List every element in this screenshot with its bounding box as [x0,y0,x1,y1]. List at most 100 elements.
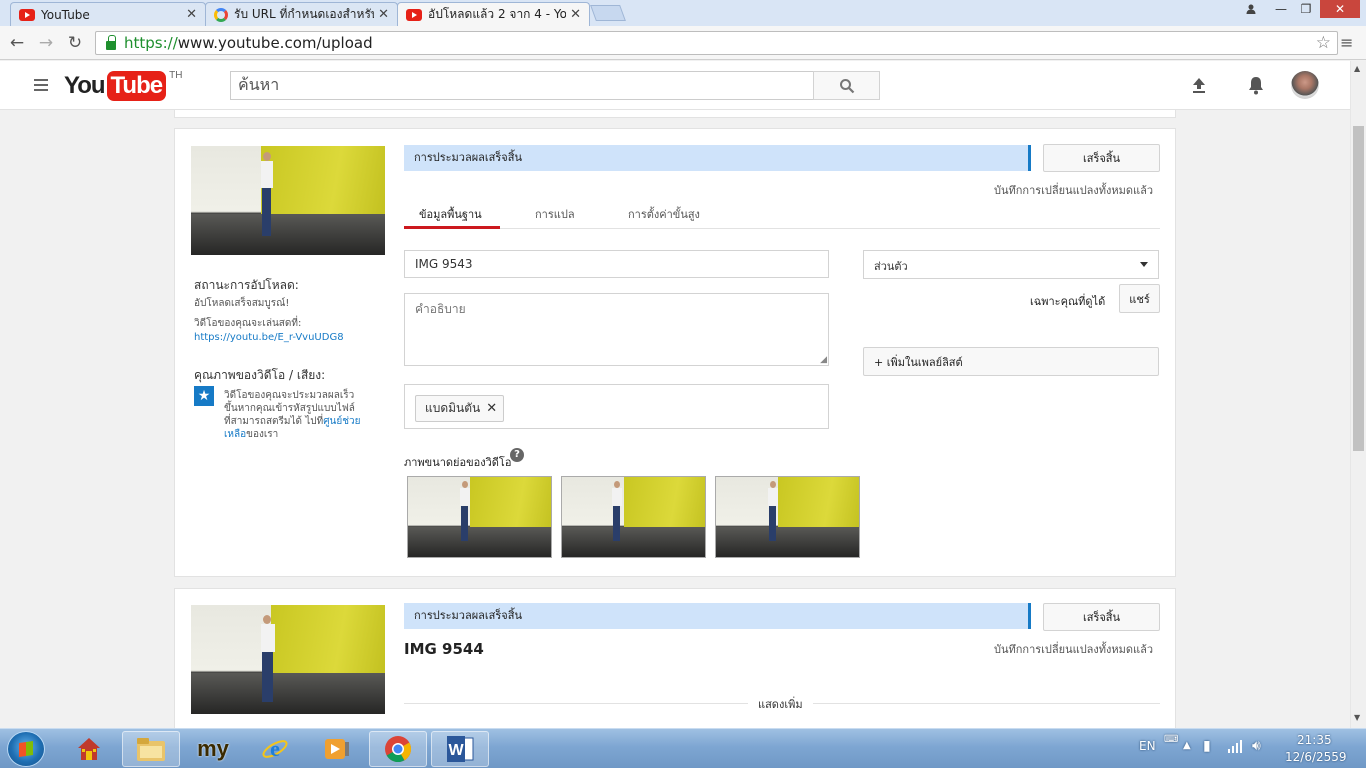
done-button[interactable]: เสร็จสิ้น [1043,603,1160,631]
chrome-icon[interactable] [369,731,427,767]
quality-note-line: วิดีโอของคุณจะประมวลผลเร็ว [224,390,355,401]
browser-tab-youtube[interactable]: YouTube ✕ [10,2,206,26]
file-explorer-icon[interactable] [122,731,180,767]
upload-icon[interactable] [1187,73,1211,97]
search-icon [839,78,854,93]
network-signal-icon[interactable] [1227,739,1243,756]
thumbnail-option-3[interactable] [715,476,860,558]
help-question-icon[interactable]: ? [510,448,524,462]
share-button-label: แชร์ [1129,292,1150,306]
clock-time[interactable]: 21:35 [1297,733,1332,747]
media-player-icon[interactable] [308,731,366,767]
logo-you: You [64,72,106,99]
tag-chip-label: แบดมินตัน [425,401,481,415]
url-path: www.youtube.com/upload [177,34,373,52]
help-center-link[interactable]: เหลือ [224,429,246,440]
tab-advanced-settings[interactable]: การตั้งค่าขั้นสูง [628,205,700,229]
privacy-select-value: ส่วนตัว [874,260,908,273]
browser-tab-custom-url[interactable]: รับ URL ที่กำหนดเองสำหรับช่ ✕ [205,2,398,26]
guide-menu-icon[interactable] [34,79,48,91]
show-more-button[interactable]: แสดงเพิ่ม [748,695,813,713]
forward-arrow-icon[interactable]: → [36,33,56,53]
thumbnail-option-1[interactable] [407,476,552,558]
upload-card-2: การประมวลผลเสร็จสิ้น เสร็จสิ้น IMG 9544 … [174,588,1176,728]
show-hidden-icons-icon[interactable]: ▲ [1183,740,1191,751]
video-title-value: IMG 9543 [415,257,473,271]
restore-window-icon[interactable]: ❐ [1293,0,1319,18]
video-tags-input[interactable]: แบดมินตัน ✕ [404,384,829,429]
browser-tab-strip: YouTube ✕ รับ URL ที่กำหนดเองสำหรับช่ ✕ … [0,0,1366,26]
search-placeholder: ค้นหา [238,75,280,94]
secure-lock-icon [106,34,116,50]
internet-explorer-icon[interactable]: e [246,731,304,767]
close-tab-icon[interactable]: ✕ [570,7,581,22]
start-button[interactable] [7,731,45,767]
back-arrow-icon[interactable]: ← [7,33,27,53]
power-icon[interactable]: ▮ [1203,738,1211,754]
tag-chip: แบดมินตัน ✕ [415,395,505,422]
browser-toolbar: ← → ↻ https://www.youtube.com/upload ☆ ≡ [0,26,1366,60]
close-tab-icon[interactable]: ✕ [186,7,197,22]
upload-status-value: อัปโหลดเสร็จสมบูรณ์! [194,298,290,309]
video-preview-image [191,146,385,255]
resize-handle-icon[interactable]: ◢ [820,355,827,365]
video-description-textarea[interactable]: คำอธิบาย ◢ [404,293,829,366]
close-window-icon[interactable]: ✕ [1320,0,1360,18]
upload-tabs: ข้อมูลพื้นฐาน การแปล การตั้งค่าขั้นสูง [404,205,1160,229]
tab-label: ข้อมูลพื้นฐาน [419,208,482,221]
logo-country-code: TH [169,70,183,81]
video-preview-image [191,605,385,714]
thumbnail-option-2[interactable] [561,476,706,558]
video-quality-label: คุณภาพของวิดีโอ / เสียง: [194,368,326,382]
tab-title: รับ URL ที่กำหนดเองสำหรับช่ [234,7,375,21]
processing-status-bar: การประมวลผลเสร็จสิ้น [404,603,1031,629]
google-favicon-icon [214,7,228,22]
home-icon[interactable] [60,731,118,767]
user-profile-icon[interactable] [1238,0,1264,18]
browser-menu-icon[interactable]: ≡ [1340,33,1353,52]
minimize-window-icon[interactable]: — [1268,0,1294,18]
browser-tab-upload[interactable]: อัปโหลดแล้ว 2 จาก 4 - YouTu ✕ [397,2,590,26]
windows-taskbar: my e W EN ⌨ ▲ ▮ 🔊︎ 21:35 12/6/2559 [0,728,1366,768]
scroll-down-arrow-icon[interactable]: ▼ [1354,713,1360,722]
video-live-at-label: วิดีโอของคุณจะเล่นสดที่: [194,318,302,329]
done-button[interactable]: เสร็จสิ้น [1043,144,1160,172]
notifications-bell-icon[interactable] [1244,73,1268,97]
tab-translations[interactable]: การแปล [535,205,575,229]
done-button-label: เสร็จสิ้น [1082,152,1121,165]
my-app-icon[interactable]: my [184,731,242,767]
clock-date[interactable]: 12/6/2559 [1285,750,1347,764]
privacy-select[interactable]: ส่วนตัว [863,250,1159,279]
search-button[interactable] [813,71,880,100]
page-scrollbar[interactable]: ▲ ▼ [1350,61,1366,728]
tab-basic-info[interactable]: ข้อมูลพื้นฐาน [404,205,500,229]
search-input[interactable]: ค้นหา [230,71,814,100]
processing-status-text: การประมวลผลเสร็จสิ้น [414,151,522,164]
scroll-up-arrow-icon[interactable]: ▲ [1354,64,1360,73]
thumbnails-label: ภาพขนาดย่อของวิดีโอ [404,456,512,469]
quality-note-line: ที่สามารถสตรีมได้ ไปที่ [224,416,324,427]
video-share-link[interactable]: https://youtu.be/E_r-VvuUDG8 [194,331,344,344]
keyboard-layout-icon[interactable]: ⌨ [1164,734,1178,745]
description-placeholder: คำอธิบาย [415,302,466,316]
word-icon[interactable]: W [431,731,489,767]
account-avatar[interactable] [1291,71,1319,99]
scrollbar-thumb[interactable] [1353,126,1364,451]
svg-text:e: e [270,736,280,761]
new-tab-button[interactable] [590,5,626,21]
youtube-logo[interactable]: You Tube TH [64,70,183,101]
video-title: IMG 9544 [404,640,484,658]
tab-label: การตั้งค่าขั้นสูง [628,208,700,221]
bookmark-star-icon[interactable]: ☆ [1316,33,1331,53]
help-center-link[interactable]: ศูนย์ช่วย [323,416,360,427]
share-button[interactable]: แชร์ [1119,284,1160,313]
processing-status-text: การประมวลผลเสร็จสิ้น [414,609,522,622]
reload-icon[interactable]: ↻ [65,33,85,53]
address-bar[interactable]: https://www.youtube.com/upload ☆ [95,31,1338,55]
video-title-input[interactable]: IMG 9543 [404,250,829,278]
volume-icon[interactable]: 🔊︎ [1252,738,1261,754]
add-to-playlist-button[interactable]: + เพิ่มในเพลย์ลิสต์ [863,347,1159,376]
remove-tag-icon[interactable]: ✕ [486,401,497,416]
close-tab-icon[interactable]: ✕ [378,7,389,22]
input-language-indicator[interactable]: EN [1139,739,1156,753]
